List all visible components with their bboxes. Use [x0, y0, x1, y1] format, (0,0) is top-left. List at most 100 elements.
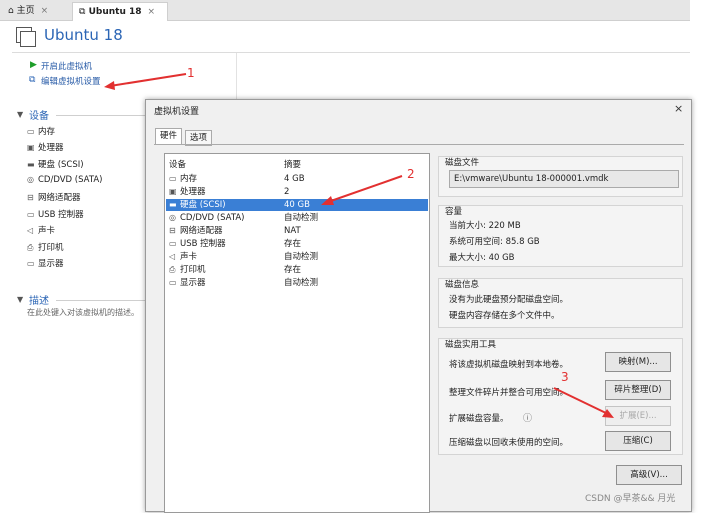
- column-header-device[interactable]: 设备: [169, 158, 186, 170]
- watermark: CSDN @早茶&& 月光: [585, 494, 676, 504]
- annotation-number-3: 3: [561, 370, 569, 384]
- advanced-button[interactable]: 高级(V)...: [616, 465, 682, 485]
- network-icon: ⊟: [169, 226, 176, 235]
- settings-dialog: 虚拟机设置 × 硬件 选项 设备 摘要 ▭ 内存 4 GB ▣ 处理器 2 ▬ 硬盘 (S…: [145, 99, 692, 513]
- vm-icon: ⧉: [79, 7, 86, 17]
- annotation-arrow-3: [553, 387, 614, 418]
- row-device: 打印机: [180, 265, 206, 275]
- dialog-title: 虚拟机设置: [154, 107, 200, 117]
- disk-path-field[interactable]: E:\vmware\Ubuntu 18-000001.vmdk: [449, 170, 679, 188]
- device-label: 处理器: [38, 143, 64, 153]
- map-description: 将该虚拟机磁盘映射到本地卷。: [449, 360, 569, 370]
- compact-description: 压缩磁盘以回收未使用的空间。: [449, 438, 569, 448]
- close-icon[interactable]: ×: [41, 6, 49, 16]
- disk-info-line: 没有为此硬盘预分配磁盘空间。: [449, 295, 569, 305]
- row-summary: 自动检测: [284, 278, 319, 288]
- device-item-cdrom[interactable]: ◎ CD/DVD (SATA): [27, 175, 103, 185]
- edit-settings-link[interactable]: 编辑虚拟机设置: [41, 75, 101, 87]
- annotation-arrow-2: [321, 175, 403, 205]
- collapse-icon[interactable]: ▼: [17, 110, 23, 119]
- tab-ubuntu[interactable]: ⧉ Ubuntu 18 ×: [72, 2, 168, 21]
- cdrom-icon: ◎: [169, 213, 176, 222]
- device-item-display[interactable]: ▭ 显示器: [27, 257, 64, 269]
- row-summary: 存在: [284, 265, 302, 275]
- list-row-sound[interactable]: ◁ 声卡 自动检测: [166, 251, 428, 263]
- row-summary: 2: [284, 187, 290, 197]
- annotation-arrow-1: [104, 73, 187, 90]
- monitor-icon: ▭: [169, 278, 177, 287]
- row-device: 声卡: [180, 252, 198, 262]
- description-placeholder[interactable]: 在此处键入对该虚拟机的描述。: [27, 307, 139, 318]
- list-row-network[interactable]: ⊟ 网络适配器 NAT: [166, 225, 428, 237]
- cdrom-icon: ◎: [27, 175, 34, 184]
- row-device: 处理器: [180, 187, 206, 197]
- network-icon: ⊟: [27, 193, 34, 202]
- row-summary: 4 GB: [284, 174, 305, 184]
- tab-home[interactable]: ⌂ 主页 ×: [2, 2, 76, 20]
- annotation-number-1: 1: [187, 66, 195, 80]
- edit-settings-icon: ⧉: [29, 75, 36, 85]
- device-label: USB 控制器: [38, 210, 84, 220]
- close-icon[interactable]: ×: [674, 102, 683, 115]
- device-item-network[interactable]: ⊟ 网络适配器: [27, 191, 81, 203]
- row-device: 硬盘 (SCSI): [180, 200, 226, 210]
- row-device: 显示器: [180, 278, 206, 288]
- power-on-link[interactable]: 开启此虚拟机: [41, 60, 92, 72]
- column-header-summary[interactable]: 摘要: [284, 158, 301, 170]
- devices-heading: 设备: [29, 111, 49, 122]
- device-item-sound[interactable]: ◁ 声卡: [27, 224, 55, 236]
- memory-icon: ▭: [169, 174, 177, 183]
- memory-icon: ▭: [27, 127, 35, 136]
- tab-label: Ubuntu 18: [88, 7, 142, 17]
- collapse-icon[interactable]: ▼: [17, 295, 23, 304]
- device-label: CD/DVD (SATA): [38, 175, 103, 185]
- cpu-icon: ▣: [169, 187, 177, 196]
- divider: [12, 52, 690, 53]
- disk-info-group: 磁盘信息 没有为此硬盘预分配磁盘空间。 硬盘内容存储在多个文件中。: [438, 278, 683, 328]
- device-label: 打印机: [38, 243, 64, 253]
- cpu-icon: ▣: [27, 143, 35, 152]
- vm-icon-front: [20, 31, 36, 47]
- row-device: USB 控制器: [180, 239, 226, 249]
- current-size: 当前大小: 220 MB: [449, 221, 521, 231]
- row-summary: 40 GB: [284, 200, 310, 210]
- row-device: CD/DVD (SATA): [180, 213, 245, 223]
- disk-icon: ▬: [169, 200, 177, 209]
- disk-info-line: 硬盘内容存储在多个文件中。: [449, 311, 560, 321]
- monitor-icon: ▭: [27, 259, 35, 268]
- device-item-cpu[interactable]: ▣ 处理器: [27, 141, 64, 153]
- map-button[interactable]: 映射(M)...: [605, 352, 671, 372]
- usb-icon: ▭: [169, 239, 177, 248]
- divider: [154, 144, 684, 145]
- device-item-printer[interactable]: ⎙ 打印机: [27, 241, 64, 253]
- row-device: 内存: [180, 174, 198, 184]
- row-summary: 存在: [284, 239, 302, 249]
- divider: [236, 53, 237, 105]
- row-summary: NAT: [284, 226, 301, 236]
- close-icon[interactable]: ×: [148, 7, 156, 17]
- list-row-usb[interactable]: ▭ USB 控制器 存在: [166, 238, 428, 250]
- usb-icon: ▭: [27, 210, 35, 219]
- capacity-group: 容量 当前大小: 220 MB 系统可用空间: 85.8 GB 最大大小: 40…: [438, 205, 683, 267]
- list-row-display[interactable]: ▭ 显示器 自动检测: [166, 277, 428, 289]
- disk-file-group: 磁盘文件 E:\vmware\Ubuntu 18-000001.vmdk: [438, 156, 683, 197]
- device-item-disk[interactable]: ▬ 硬盘 (SCSI): [27, 158, 84, 170]
- printer-icon: ⎙: [169, 265, 176, 274]
- group-title: 磁盘信息: [445, 280, 480, 290]
- list-row-printer[interactable]: ⎙ 打印机 存在: [166, 264, 428, 276]
- device-item-memory[interactable]: ▭ 内存: [27, 125, 55, 137]
- list-row-cdrom[interactable]: ◎ CD/DVD (SATA) 自动检测: [166, 212, 428, 224]
- device-label: 声卡: [38, 226, 56, 236]
- row-summary: 自动检测: [284, 213, 319, 223]
- max-size: 最大大小: 40 GB: [449, 253, 515, 263]
- compact-button[interactable]: 压缩(C): [605, 431, 671, 451]
- group-title: 容量: [445, 207, 463, 217]
- play-icon: ▶: [30, 60, 37, 70]
- group-title: 磁盘文件: [445, 158, 480, 168]
- device-item-usb[interactable]: ▭ USB 控制器: [27, 208, 84, 220]
- device-label: 内存: [38, 127, 56, 137]
- device-label: 硬盘 (SCSI): [38, 160, 84, 170]
- tab-hardware[interactable]: 硬件: [155, 128, 183, 145]
- description-heading: 描述: [29, 296, 49, 307]
- divider: [56, 115, 146, 116]
